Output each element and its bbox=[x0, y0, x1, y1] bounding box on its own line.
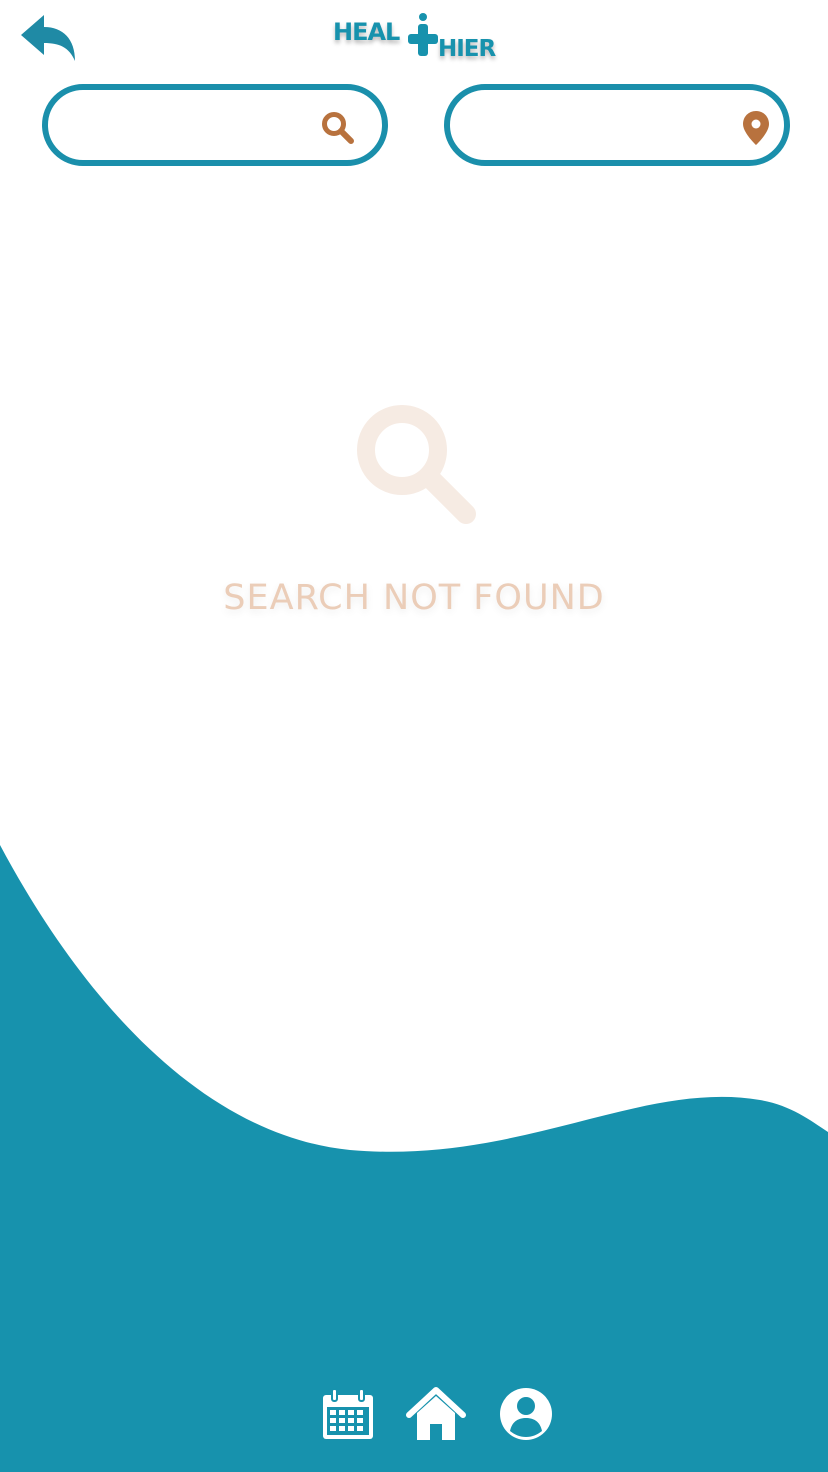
bottom-navigation bbox=[0, 1378, 828, 1448]
home-icon bbox=[406, 1387, 466, 1440]
back-button[interactable] bbox=[14, 8, 80, 66]
empty-state: SEARCH NOT FOUND bbox=[0, 392, 828, 632]
user-circle-icon bbox=[500, 1388, 552, 1440]
location-button[interactable] bbox=[736, 108, 776, 148]
reply-arrow-icon bbox=[21, 15, 75, 61]
medical-cross-icon bbox=[408, 13, 438, 56]
nav-calendar-button[interactable] bbox=[318, 1384, 378, 1444]
map-pin-icon bbox=[743, 111, 769, 145]
logo-text-heal: HEAL bbox=[333, 18, 400, 46]
nav-home-button[interactable] bbox=[406, 1384, 466, 1444]
location-field[interactable] bbox=[444, 84, 790, 166]
search-icon bbox=[357, 405, 476, 524]
search-field[interactable] bbox=[42, 84, 388, 166]
empty-state-message: SEARCH NOT FOUND bbox=[223, 578, 605, 618]
search-input[interactable] bbox=[72, 90, 316, 162]
location-input[interactable] bbox=[474, 90, 718, 162]
logo-text-hier: HIER bbox=[438, 36, 496, 62]
calendar-icon bbox=[323, 1388, 373, 1439]
app-logo: HEAL HIER bbox=[330, 8, 502, 70]
search-icon bbox=[322, 112, 354, 144]
search-results-screen: HEAL HIER SEARCH NOT FOUND bbox=[0, 0, 828, 1472]
search-button[interactable] bbox=[318, 108, 358, 148]
nav-profile-button[interactable] bbox=[496, 1384, 556, 1444]
wave-background bbox=[0, 845, 828, 1472]
